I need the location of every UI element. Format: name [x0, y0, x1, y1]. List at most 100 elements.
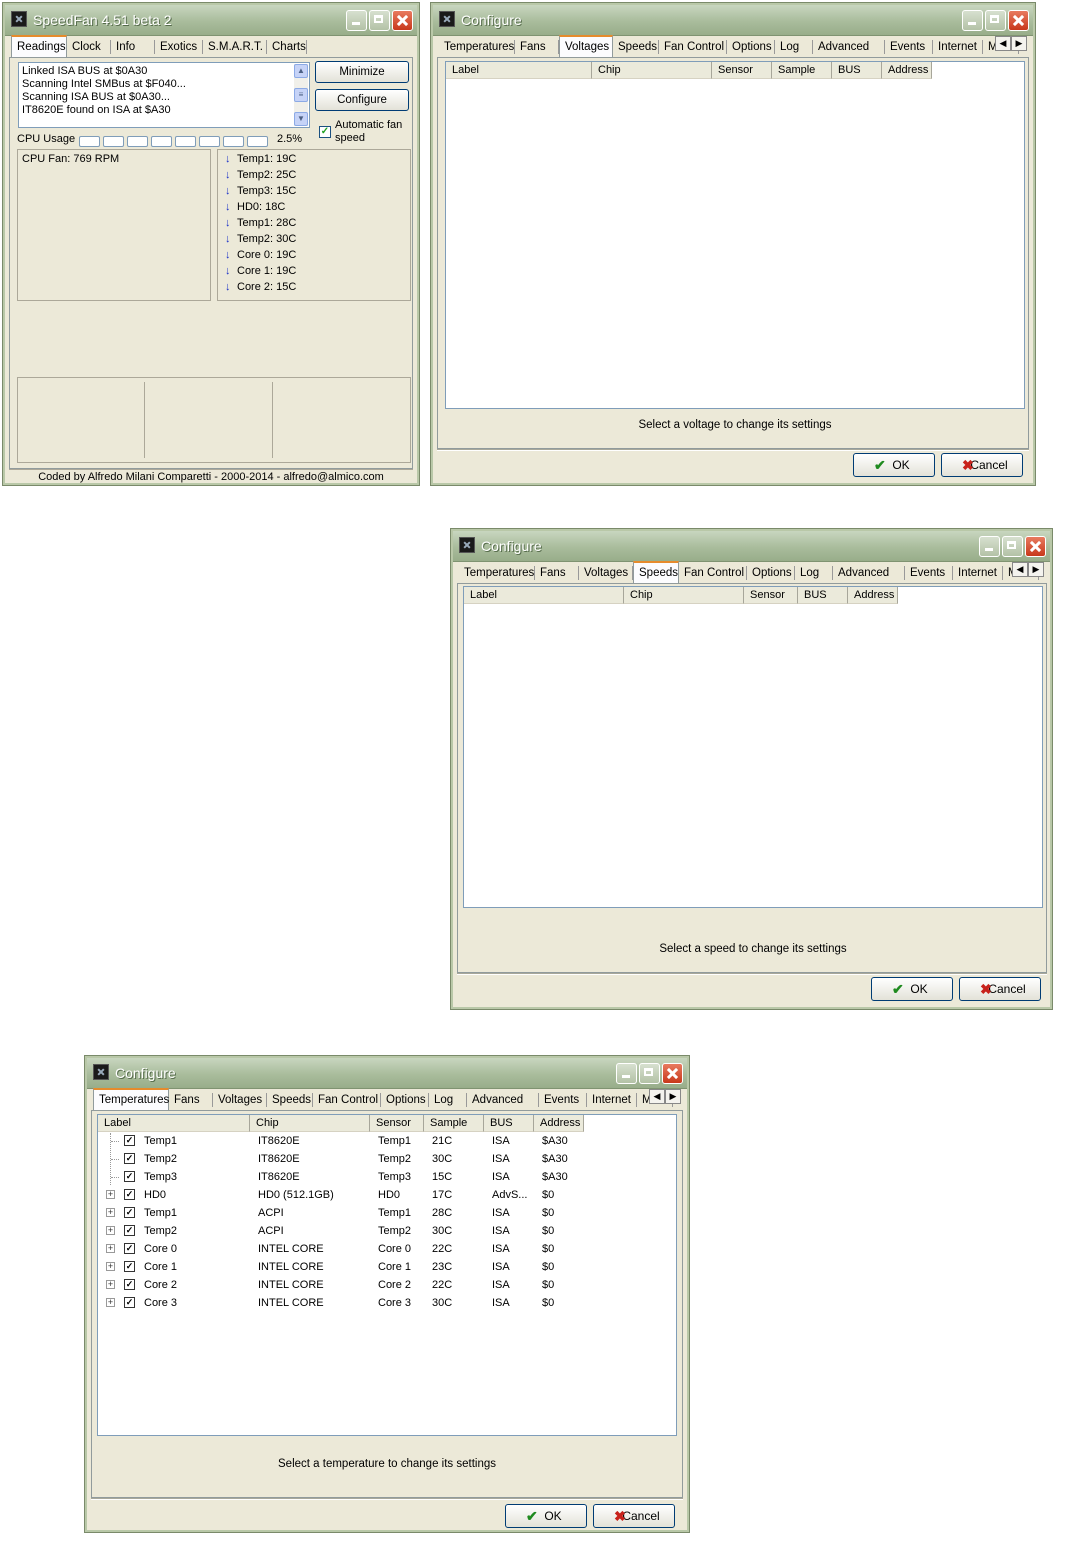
minimize-window-button[interactable]	[616, 1063, 637, 1084]
tab-events[interactable]: Events	[885, 40, 933, 54]
column-header-chip[interactable]: Chip	[592, 62, 712, 79]
tab-advanced[interactable]: Advanced	[833, 566, 905, 580]
scroll-down-icon[interactable]: ▼	[294, 112, 308, 126]
cancel-button[interactable]: ✖ Cancel	[941, 453, 1023, 477]
tab-fans[interactable]: Fans	[169, 1093, 213, 1107]
tab-temperatures[interactable]: Temperatures	[93, 1088, 169, 1110]
column-header-label[interactable]: Label	[446, 62, 592, 79]
scroll-left-icon[interactable]: ◀	[995, 36, 1011, 51]
tree-row[interactable]: + ✓ Core 2 INTEL CORE Core 2 22C ISA $0	[100, 1276, 670, 1294]
tab-log[interactable]: Log	[795, 566, 833, 580]
column-header-label[interactable]: Label	[464, 587, 624, 604]
expand-icon[interactable]: +	[106, 1262, 115, 1271]
row-checkbox[interactable]: ✓	[124, 1243, 135, 1254]
tab-options[interactable]: Options	[727, 40, 775, 54]
tab-fans[interactable]: Fans	[535, 566, 579, 580]
row-checkbox[interactable]: ✓	[124, 1261, 135, 1272]
log-scrollbar[interactable]: ▲ ≡ ▼	[294, 64, 308, 126]
tree-row[interactable]: + ✓ Core 1 INTEL CORE Core 1 23C ISA $0	[100, 1258, 670, 1276]
tab-fancontrol[interactable]: Fan Control	[659, 40, 727, 54]
auto-fan-checkbox[interactable]: ✓	[319, 126, 331, 138]
scroll-right-icon[interactable]: ▶	[1028, 562, 1044, 577]
row-checkbox[interactable]: ✓	[124, 1279, 135, 1290]
maximize-window-button[interactable]	[369, 10, 390, 31]
tab-smart[interactable]: S.M.A.R.T.	[203, 40, 267, 54]
expand-icon[interactable]: +	[106, 1226, 115, 1235]
scroll-thumb[interactable]: ≡	[294, 88, 308, 102]
tab-advanced[interactable]: Advanced	[467, 1093, 539, 1107]
tab-events[interactable]: Events	[539, 1093, 587, 1107]
title-bar[interactable]: Configure	[433, 5, 1033, 36]
expand-icon[interactable]: +	[106, 1298, 115, 1307]
tree-row[interactable]: + ✓ HD0 HD0 (512.1GB) HD0 17C AdvS... $0	[100, 1186, 670, 1204]
tab-clock[interactable]: Clock	[67, 40, 111, 54]
maximize-window-button[interactable]	[1002, 536, 1023, 557]
expand-icon[interactable]: +	[106, 1280, 115, 1289]
ok-button[interactable]: ✔ OK	[505, 1504, 587, 1528]
row-checkbox[interactable]: ✓	[124, 1225, 135, 1236]
scroll-right-icon[interactable]: ▶	[665, 1089, 681, 1104]
cancel-button[interactable]: ✖ Cancel	[959, 977, 1041, 1001]
row-checkbox[interactable]: ✓	[124, 1207, 135, 1218]
tab-voltages[interactable]: Voltages	[559, 35, 613, 57]
tab-speeds[interactable]: Speeds	[613, 40, 659, 54]
title-bar[interactable]: Configure	[87, 1058, 687, 1089]
tab-scroll-buttons[interactable]: ◀ ▶	[995, 36, 1027, 51]
minimize-button[interactable]: Minimize	[315, 61, 409, 83]
tab-log[interactable]: Log	[775, 40, 813, 54]
tab-charts[interactable]: Charts	[267, 40, 307, 54]
scroll-right-icon[interactable]: ▶	[1011, 36, 1027, 51]
tab-readings[interactable]: Readings	[11, 35, 67, 57]
expand-icon[interactable]: +	[106, 1190, 115, 1199]
tree-row[interactable]: ✓ Temp1 IT8620E Temp1 21C ISA $A30	[100, 1132, 670, 1150]
tree-row[interactable]: + ✓ Core 0 INTEL CORE Core 0 22C ISA $0	[100, 1240, 670, 1258]
tab-voltages[interactable]: Voltages	[579, 566, 633, 580]
tab-internet[interactable]: Internet	[953, 566, 1003, 580]
column-header-address[interactable]: Address	[882, 62, 932, 79]
column-header-sample[interactable]: Sample	[424, 1115, 484, 1132]
column-header-sensor[interactable]: Sensor	[744, 587, 798, 604]
tab-temperatures[interactable]: Temperatures	[439, 40, 515, 54]
column-header-bus[interactable]: BUS	[798, 587, 848, 604]
column-header-chip[interactable]: Chip	[250, 1115, 370, 1132]
log-box[interactable]: Linked ISA BUS at $0A30 Scanning Intel SM…	[18, 62, 310, 128]
tree-row[interactable]: ✓ Temp3 IT8620E Temp3 15C ISA $A30	[100, 1168, 670, 1186]
column-header-label[interactable]: Label	[98, 1115, 250, 1132]
minimize-window-button[interactable]	[962, 10, 983, 31]
tab-log[interactable]: Log	[429, 1093, 467, 1107]
temperatures-tree[interactable]: Label Chip Sensor Sample BUS Address ✓ Temp1 IT…	[97, 1114, 677, 1436]
tree-row[interactable]: + ✓ Temp1 ACPI Temp1 28C ISA $0	[100, 1204, 670, 1222]
tab-advanced[interactable]: Advanced	[813, 40, 885, 54]
ok-button[interactable]: ✔ OK	[853, 453, 935, 477]
tab-voltages[interactable]: Voltages	[213, 1093, 267, 1107]
tab-speeds[interactable]: Speeds	[267, 1093, 313, 1107]
maximize-window-button[interactable]	[639, 1063, 660, 1084]
row-checkbox[interactable]: ✓	[124, 1153, 135, 1164]
column-header-bus[interactable]: BUS	[484, 1115, 534, 1132]
tab-internet[interactable]: Internet	[587, 1093, 637, 1107]
column-header-address[interactable]: Address	[534, 1115, 584, 1132]
maximize-window-button[interactable]	[985, 10, 1006, 31]
cancel-button[interactable]: ✖ Cancel	[593, 1504, 675, 1528]
expand-icon[interactable]: +	[106, 1244, 115, 1253]
tab-info[interactable]: Info	[111, 40, 155, 54]
expand-icon[interactable]: +	[106, 1208, 115, 1217]
scroll-up-icon[interactable]: ▲	[294, 64, 308, 78]
column-header-sensor[interactable]: Sensor	[712, 62, 772, 79]
column-header-sensor[interactable]: Sensor	[370, 1115, 424, 1132]
configure-button[interactable]: Configure	[315, 89, 409, 111]
tab-options[interactable]: Options	[381, 1093, 429, 1107]
close-window-button[interactable]	[662, 1063, 683, 1084]
minimize-window-button[interactable]	[979, 536, 1000, 557]
row-checkbox[interactable]: ✓	[124, 1297, 135, 1308]
row-checkbox[interactable]: ✓	[124, 1189, 135, 1200]
tree-row[interactable]: ✓ Temp2 IT8620E Temp2 30C ISA $A30	[100, 1150, 670, 1168]
tree-row[interactable]: + ✓ Core 3 INTEL CORE Core 3 30C ISA $0	[100, 1294, 670, 1312]
tab-exotics[interactable]: Exotics	[155, 40, 203, 54]
tab-scroll-buttons[interactable]: ◀ ▶	[1012, 562, 1044, 577]
tab-fancontrol[interactable]: Fan Control	[679, 566, 747, 580]
close-window-button[interactable]	[392, 10, 413, 31]
tab-temperatures[interactable]: Temperatures	[459, 566, 535, 580]
close-window-button[interactable]	[1025, 536, 1046, 557]
title-bar[interactable]: Configure	[453, 531, 1050, 562]
